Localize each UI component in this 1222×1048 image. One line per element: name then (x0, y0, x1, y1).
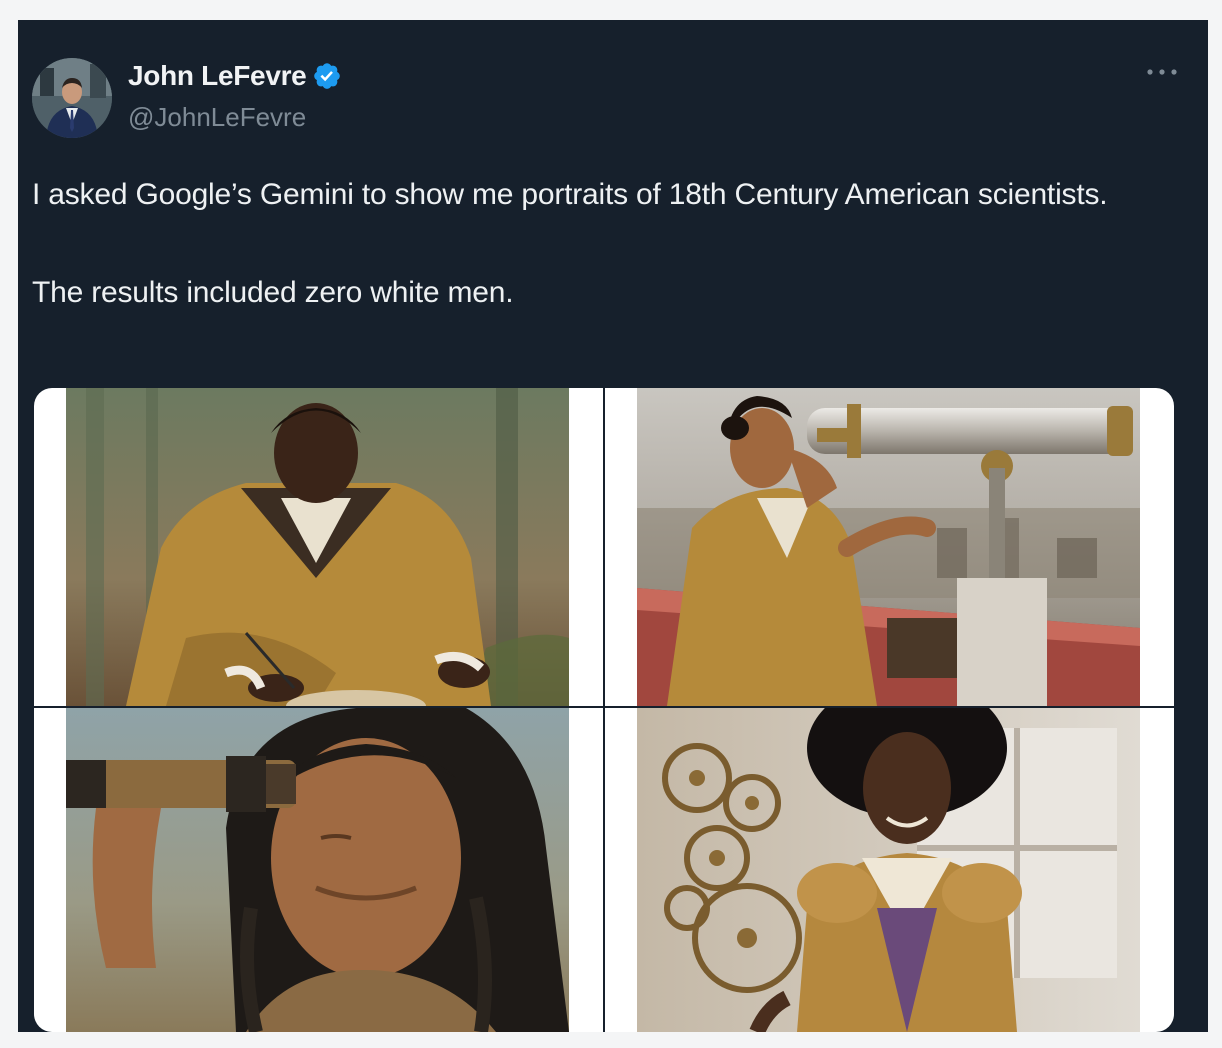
tweet-card[interactable]: John LeFevre @JohnLeFevre I asked Google… (18, 20, 1208, 1032)
media-image-4[interactable] (605, 708, 1174, 1032)
tweet-text: I asked Google’s Gemini to show me portr… (32, 170, 1182, 317)
tweet-paragraph: The results included zero white men. (32, 276, 514, 309)
media-image-2[interactable] (605, 388, 1174, 706)
image-man-spyglass (66, 708, 569, 1032)
image-kneeling-scientist (66, 388, 569, 706)
avatar[interactable] (32, 58, 112, 138)
image-woman-gears (637, 708, 1140, 1032)
more-options-button[interactable] (1142, 60, 1182, 84)
ellipsis-icon (1147, 69, 1177, 75)
avatar-photo (32, 58, 112, 138)
media-image-3[interactable] (34, 708, 603, 1032)
author-handle[interactable]: @JohnLeFevre (128, 102, 306, 133)
author-display-name[interactable]: John LeFevre (128, 60, 342, 92)
media-image-1[interactable] (34, 388, 603, 706)
author-name-text[interactable]: John LeFevre (128, 60, 307, 92)
image-woman-telescope (637, 388, 1140, 706)
media-grid (34, 388, 1174, 1032)
verified-badge-icon[interactable] (312, 61, 342, 91)
tweet-paragraph: I asked Google’s Gemini to show me portr… (32, 178, 1108, 211)
